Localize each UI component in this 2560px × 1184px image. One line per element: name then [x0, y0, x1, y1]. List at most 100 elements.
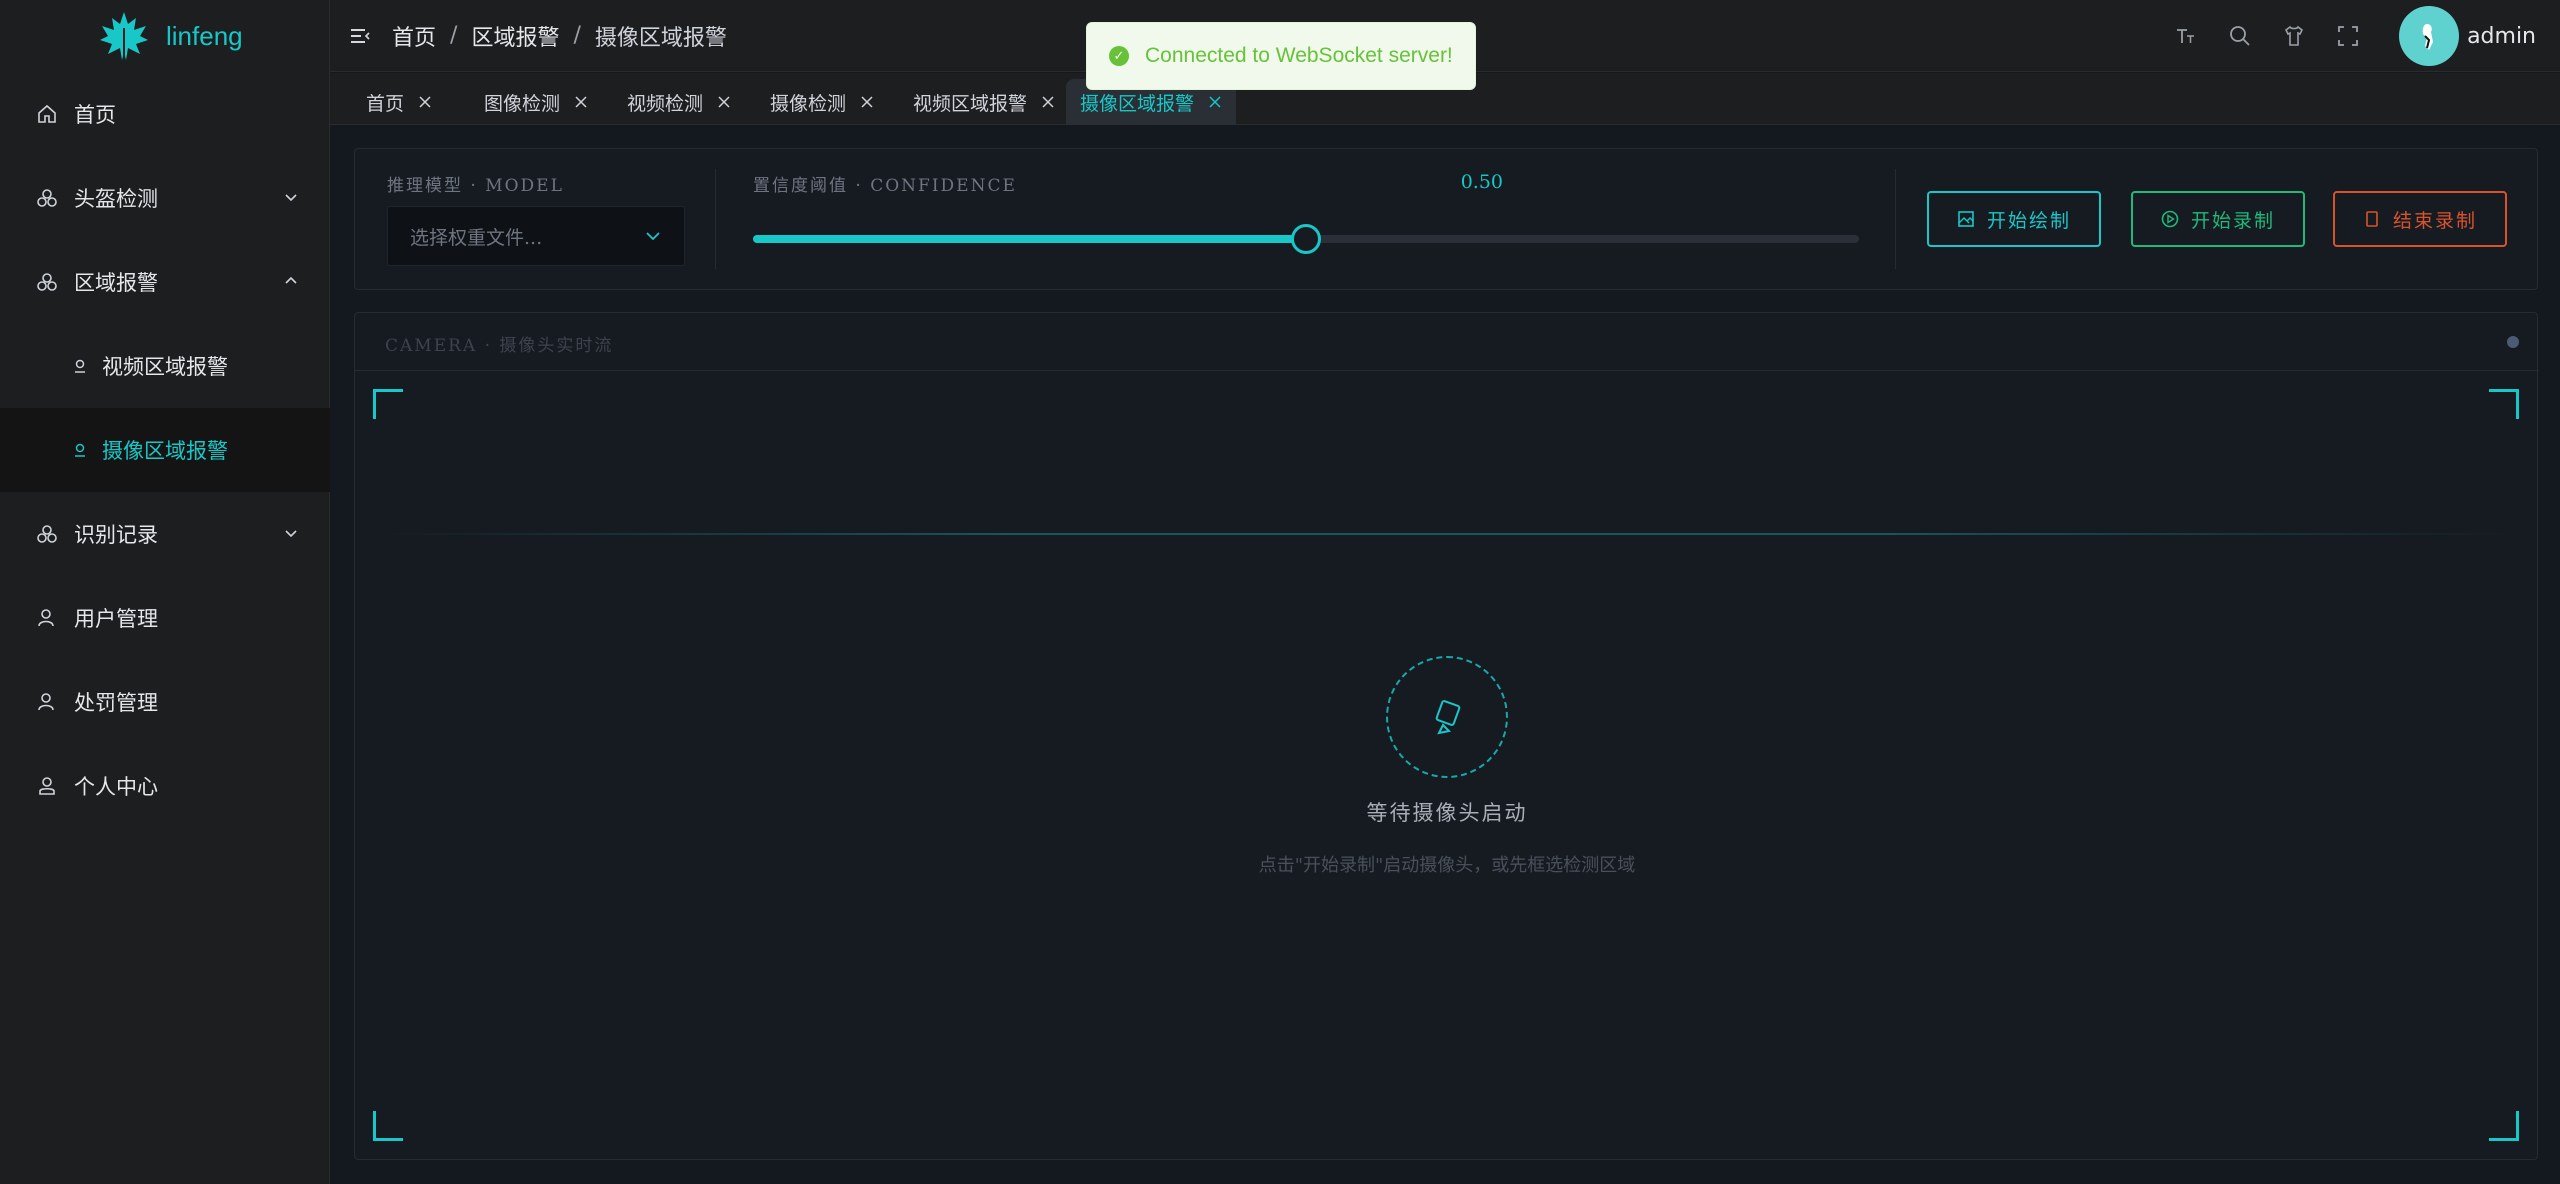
helmet-icon: [36, 187, 58, 209]
sidebar-item-label: 区域报警: [74, 271, 158, 295]
tab-home[interactable]: 首页: [352, 79, 446, 125]
theme-icon[interactable]: [2281, 23, 2307, 49]
chevron-up-icon: [285, 276, 297, 284]
camera-placeholder-ring: [1386, 656, 1508, 778]
sidebar-item-label: 个人中心: [74, 775, 158, 799]
close-icon[interactable]: [1041, 95, 1055, 109]
profile-icon: [36, 775, 58, 797]
user-icon: [36, 607, 58, 629]
model-label: 推理模型 · MODEL: [387, 176, 564, 196]
tab-label: 图像检测: [484, 92, 561, 115]
sidebar: linfeng 首页 头盔检测 区域报警 视频区域报警 摄像区域报警 识别记录 …: [0, 0, 330, 1184]
toast-message: Connected to WebSocket server!: [1145, 44, 1453, 67]
waiting-text: 等待摄像头启动: [1366, 801, 1528, 825]
camera-icon: [1435, 700, 1461, 735]
close-icon[interactable]: [574, 95, 588, 109]
tab-label: 首页: [366, 92, 405, 115]
chevron-down-icon: [285, 194, 297, 202]
username[interactable]: admin: [2467, 24, 2536, 49]
tab-video-area-alarm[interactable]: 视频区域报警: [899, 79, 1069, 125]
avatar-figure-icon: [2422, 24, 2434, 50]
sidebar-item-area-alarm[interactable]: 区域报警: [0, 240, 330, 324]
image-icon: [1958, 211, 1974, 227]
start-draw-button[interactable]: 开始绘制: [1927, 191, 2101, 247]
frame-corner: [2489, 1111, 2519, 1141]
avatar[interactable]: [2399, 6, 2460, 66]
confidence-slider[interactable]: [753, 224, 1859, 254]
sidebar-item-video-area-alarm[interactable]: 视频区域报警: [0, 324, 330, 408]
sidebar-item-label: 摄像区域报警: [102, 439, 228, 463]
start-record-button[interactable]: 开始录制: [2131, 191, 2305, 247]
breadcrumb-area-alarm[interactable]: 区域报警: [471, 20, 559, 52]
breadcrumb-separator: /: [450, 23, 458, 48]
sidebar-item-label: 处罚管理: [74, 691, 158, 715]
camera-header: CAMERA · 摄像头实时流: [355, 313, 2539, 371]
sidebar-item-penalty-management[interactable]: 处罚管理: [0, 660, 330, 744]
status-dot: [2507, 336, 2519, 348]
hint-text: 点击"开始录制"启动摄像头，或先框选检测区域: [1258, 855, 1636, 876]
control-panel: 推理模型 · MODEL 选择权重文件... 置信度阈值 · CONFIDENC…: [354, 148, 2538, 290]
confidence-label: 置信度阈值 · CONFIDENCE: [753, 176, 1017, 196]
sidebar-item-label: 识别记录: [74, 523, 158, 547]
success-check-icon: ✓: [1109, 46, 1129, 66]
confidence-value: 0.50: [1460, 171, 1503, 193]
logo[interactable]: linfeng: [0, 0, 329, 72]
sidebar-item-user-management[interactable]: 用户管理: [0, 576, 330, 660]
camera-panel: CAMERA · 摄像头实时流 等待摄像头启动 点击"开始录制"启动摄像头，或先…: [354, 312, 2539, 1160]
tab-video-detection[interactable]: 视频检测: [613, 79, 745, 125]
stop-record-label: 结束录制: [2392, 209, 2477, 232]
breadcrumb-current: 摄像区域报警: [594, 25, 727, 51]
sidebar-item-helmet-detection[interactable]: 头盔检测: [0, 156, 330, 240]
chevron-down-icon: [285, 530, 297, 538]
model-select[interactable]: 选择权重文件...: [387, 206, 685, 266]
slider-fill: [753, 235, 1306, 243]
menu-toggle-icon[interactable]: [348, 24, 372, 48]
stop-record-button[interactable]: 结束录制: [2333, 191, 2507, 247]
fullscreen-icon[interactable]: [2335, 23, 2361, 49]
helmet-icon: [36, 523, 58, 545]
tab-label: 摄像检测: [770, 92, 847, 115]
sidebar-item-home[interactable]: 首页: [0, 72, 330, 156]
play-icon: [2161, 210, 2179, 228]
frame-corner: [2489, 389, 2519, 419]
close-icon[interactable]: [1208, 95, 1222, 109]
header-actions: admin: [2173, 0, 2560, 72]
tab-camera-detection[interactable]: 摄像检测: [756, 79, 888, 125]
sidebar-item-profile[interactable]: 个人中心: [0, 744, 330, 828]
start-draw-label: 开始绘制: [1986, 209, 2071, 232]
frame-corner: [373, 389, 403, 419]
pin-icon: [72, 358, 88, 374]
maple-leaf-logo-icon: [100, 12, 148, 60]
divider: [1895, 169, 1896, 269]
model-select-placeholder: 选择权重文件...: [410, 226, 543, 249]
breadcrumb-home[interactable]: 首页: [392, 20, 436, 52]
helmet-icon: [36, 271, 58, 293]
tab-image-detection[interactable]: 图像检测: [470, 79, 602, 125]
slider-thumb[interactable]: [1291, 224, 1321, 254]
sidebar-item-records[interactable]: 识别记录: [0, 492, 330, 576]
close-icon[interactable]: [717, 95, 731, 109]
user-icon: [36, 691, 58, 713]
divider: [715, 169, 716, 269]
chevron-down-icon: [646, 232, 660, 241]
tab-label: 视频检测: [627, 92, 704, 115]
sidebar-item-label: 首页: [74, 103, 116, 127]
stop-icon: [2366, 211, 2378, 227]
close-icon[interactable]: [860, 95, 874, 109]
scan-line: [385, 533, 2509, 535]
logo-text: linfeng: [166, 20, 243, 51]
sidebar-item-label: 头盔检测: [74, 187, 158, 211]
camera-title: CAMERA · 摄像头实时流: [385, 336, 614, 356]
pin-icon: [72, 442, 88, 458]
home-icon: [36, 103, 58, 125]
font-size-icon[interactable]: [2173, 23, 2199, 49]
breadcrumb-separator: /: [573, 23, 581, 48]
search-icon[interactable]: [2227, 23, 2253, 49]
sidebar-item-label: 视频区域报警: [102, 355, 228, 379]
close-icon[interactable]: [418, 95, 432, 109]
tab-label: 视频区域报警: [913, 92, 1028, 115]
toast-notification: ✓ Connected to WebSocket server!: [1086, 22, 1476, 90]
frame-corner: [373, 1111, 403, 1141]
sidebar-item-camera-area-alarm[interactable]: 摄像区域报警: [0, 408, 330, 492]
sidebar-item-label: 用户管理: [74, 607, 158, 631]
